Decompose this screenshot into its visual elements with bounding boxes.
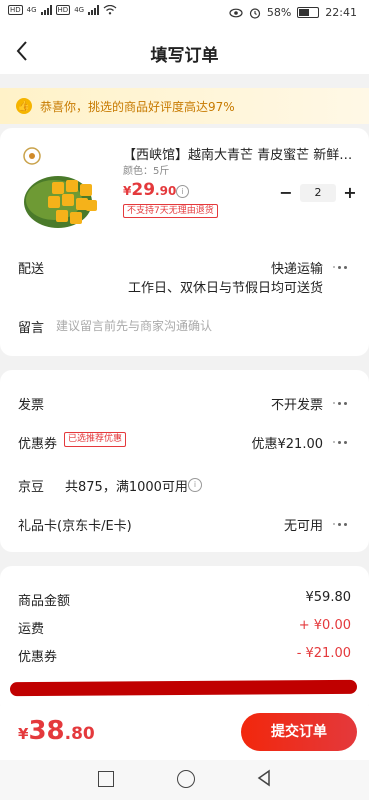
submit-order-button[interactable]: 提交订单 <box>241 713 357 751</box>
battery-icon <box>297 7 320 18</box>
jingdou-label: 京豆 <box>18 480 45 495</box>
alarm-icon <box>249 7 260 19</box>
remark-input[interactable]: 建议留言前先与商家沟通确认 <box>56 317 212 334</box>
coupon-discount-label: 优惠券 <box>18 650 58 665</box>
invoice-value: 不开发票 <box>270 398 323 413</box>
quantity-stepper: − 2 + <box>278 183 358 202</box>
delivery-time: 工作日、双休日与节假日均可送货 <box>127 281 323 296</box>
square-nav-icon[interactable] <box>98 771 114 787</box>
delivery-label: 配送 <box>18 262 45 277</box>
coupon-badge: 已选推荐优惠 <box>64 432 127 447</box>
eye-icon <box>229 8 243 17</box>
signal-label: 4G <box>26 6 37 14</box>
coupon-discount-value: - ¥21.00 <box>296 646 351 661</box>
product-image[interactable] <box>18 144 114 240</box>
shipping-value: + ¥0.00 <box>298 618 351 633</box>
redaction-scribble <box>9 679 358 697</box>
coupon-label: 优惠券 <box>18 437 58 452</box>
more-dots-icon[interactable] <box>333 521 351 527</box>
goods-amount-label: 商品金额 <box>18 594 71 609</box>
increase-button[interactable]: + <box>342 183 358 202</box>
status-bar: HD 4G HD 4G 58% 22:41 <box>0 0 369 28</box>
battery-percent: 58% <box>266 6 292 19</box>
page-title: 填写订单 <box>150 46 219 66</box>
product-spec: 颜色：5斤 <box>123 166 170 177</box>
product-card: 【西峡馆】越南大青芒 青皮蜜芒 新鲜水果 颜色：5斤 ¥29.90 i 不支持7… <box>0 128 369 356</box>
system-nav-bar <box>0 760 369 800</box>
delivery-method: 快递运输 <box>270 262 323 277</box>
triangle-nav-icon[interactable] <box>256 769 272 787</box>
total-price: ¥38.80 <box>18 716 95 746</box>
signal-label: 4G <box>74 6 85 14</box>
goods-amount-value: ¥59.80 <box>305 590 352 605</box>
coupon-value: 优惠¥21.00 <box>251 437 324 452</box>
rating-banner: 👍 恭喜你，挑选的商品好评度高达97% <box>0 88 369 124</box>
info-icon[interactable]: i <box>176 185 189 198</box>
clock: 22:41 <box>325 6 357 19</box>
gift-card-label: 礼品卡(京东卡/E卡) <box>18 519 132 534</box>
product-title[interactable]: 【西峡馆】越南大青芒 青皮蜜芒 新鲜水果 <box>123 144 353 163</box>
jingdou-info: 共875，满1000可用 <box>65 480 188 495</box>
quantity-input[interactable]: 2 <box>300 183 336 202</box>
decrease-button[interactable]: − <box>278 183 294 202</box>
invoice-label: 发票 <box>18 398 45 413</box>
banner-text: 恭喜你，挑选的商品好评度高达97% <box>40 99 235 114</box>
gift-card-value: 无可用 <box>283 519 323 534</box>
return-policy-tag: 不支持7天无理由退货 <box>123 204 218 218</box>
info-icon[interactable]: i <box>188 478 202 492</box>
hd-badge: HD <box>8 5 23 15</box>
hd-badge: HD <box>55 5 71 15</box>
more-dots-icon[interactable] <box>333 439 351 445</box>
product-price: ¥29.90 <box>123 180 177 200</box>
remark-label: 留言 <box>18 321 45 336</box>
thumbs-up-icon: 👍 <box>16 98 32 114</box>
signal-icon <box>40 5 52 15</box>
signal-icon <box>88 5 100 15</box>
circle-nav-icon[interactable] <box>177 770 195 788</box>
checkout-bar: ¥38.80 提交订单 <box>0 706 369 760</box>
payment-options-card: 发票 不开发票 优惠券 已选推荐优惠 优惠¥21.00 京豆 共875，满100… <box>0 370 369 552</box>
more-dots-icon[interactable] <box>333 400 351 406</box>
nav-bar: 填写订单 <box>0 28 369 74</box>
more-dots-icon[interactable] <box>333 264 351 270</box>
shipping-label: 运费 <box>18 622 45 637</box>
wifi-icon <box>103 5 117 15</box>
